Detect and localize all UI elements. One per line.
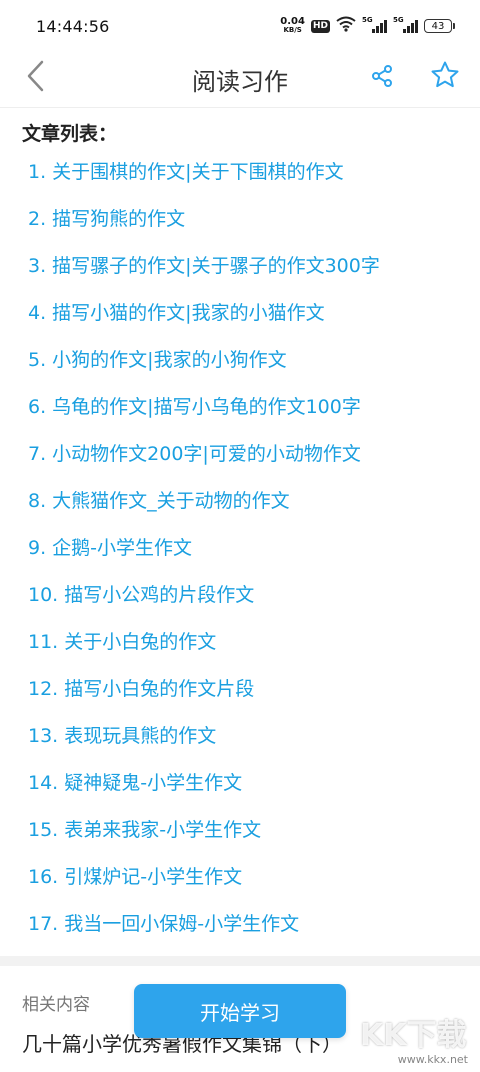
article-list-section: 文章列表： 1. 关于围棋的作文|关于下围棋的作文 2. 描写狗熊的作文 3. … (0, 108, 480, 948)
star-icon (430, 60, 460, 94)
article-link[interactable]: 15. 表弟来我家-小学生作文 (28, 807, 480, 854)
article-link[interactable]: 3. 描写骡子的作文|关于骡子的作文300字 (28, 243, 480, 290)
network-speed-unit: KB/S (283, 26, 302, 34)
page-title: 阅读习作 (192, 68, 288, 96)
status-time: 14:44:56 (36, 16, 110, 36)
watermark-text: KK下载 (360, 1018, 467, 1053)
article-list: 1. 关于围棋的作文|关于下围棋的作文 2. 描写狗熊的作文 3. 描写骡子的作… (0, 149, 480, 948)
status-bar: 14:44:56 0.04 KB/S HD 5G 5G 43 (0, 0, 480, 52)
article-link[interactable]: 13. 表现玩具熊的作文 (28, 713, 480, 760)
article-link[interactable]: 8. 大熊猫作文_关于动物的作文 (28, 478, 480, 525)
section-divider (0, 956, 480, 966)
start-learning-button[interactable]: 开始学习 (134, 984, 346, 1038)
article-link[interactable]: 5. 小狗的作文|我家的小狗作文 (28, 337, 480, 384)
article-link[interactable]: 10. 描写小公鸡的片段作文 (28, 572, 480, 619)
article-link[interactable]: 14. 疑神疑鬼-小学生作文 (28, 760, 480, 807)
network-speed-value: 0.04 (280, 16, 305, 27)
header-bar: 阅读习作 (0, 52, 480, 108)
signal-5g-icon: 5G (393, 16, 418, 33)
share-button[interactable] (364, 60, 400, 96)
article-link[interactable]: 2. 描写狗熊的作文 (28, 196, 480, 243)
section-title: 文章列表： (22, 123, 118, 145)
article-link[interactable]: 9. 企鹅-小学生作文 (28, 525, 480, 572)
battery-icon: 43 (424, 19, 455, 33)
article-link[interactable]: 12. 描写小白兔的作文片段 (28, 666, 480, 713)
article-link[interactable]: 4. 描写小猫的作文|我家的小猫作文 (28, 290, 480, 337)
related-content-title: 相关内容 (22, 995, 90, 1015)
status-icons: 0.04 KB/S HD 5G 5G 43 (280, 16, 455, 36)
watermark-logo: KK下载 www.kkx.net (360, 1010, 472, 1070)
article-link[interactable]: 16. 引煤炉记-小学生作文 (28, 854, 480, 901)
wifi-icon (336, 16, 356, 36)
share-icon (370, 64, 394, 92)
article-link[interactable]: 7. 小动物作文200字|可爱的小动物作文 (28, 431, 480, 478)
signal-label: 5G (393, 16, 404, 24)
article-link[interactable]: 1. 关于围棋的作文|关于下围棋的作文 (28, 149, 480, 196)
article-link[interactable]: 6. 乌龟的作文|描写小乌龟的作文100字 (28, 384, 480, 431)
signal-5g-icon: 5G (362, 16, 387, 33)
battery-level: 43 (431, 20, 445, 32)
favorite-button[interactable] (426, 58, 464, 96)
watermark-url: www.kkx.net (397, 1053, 468, 1066)
network-speed: 0.04 KB/S (280, 17, 305, 35)
article-link[interactable]: 11. 关于小白兔的作文 (28, 619, 480, 666)
article-link[interactable]: 17. 我当一回小保姆-小学生作文 (28, 901, 480, 948)
hd-icon: HD (310, 19, 330, 33)
signal-label: 5G (362, 16, 373, 24)
